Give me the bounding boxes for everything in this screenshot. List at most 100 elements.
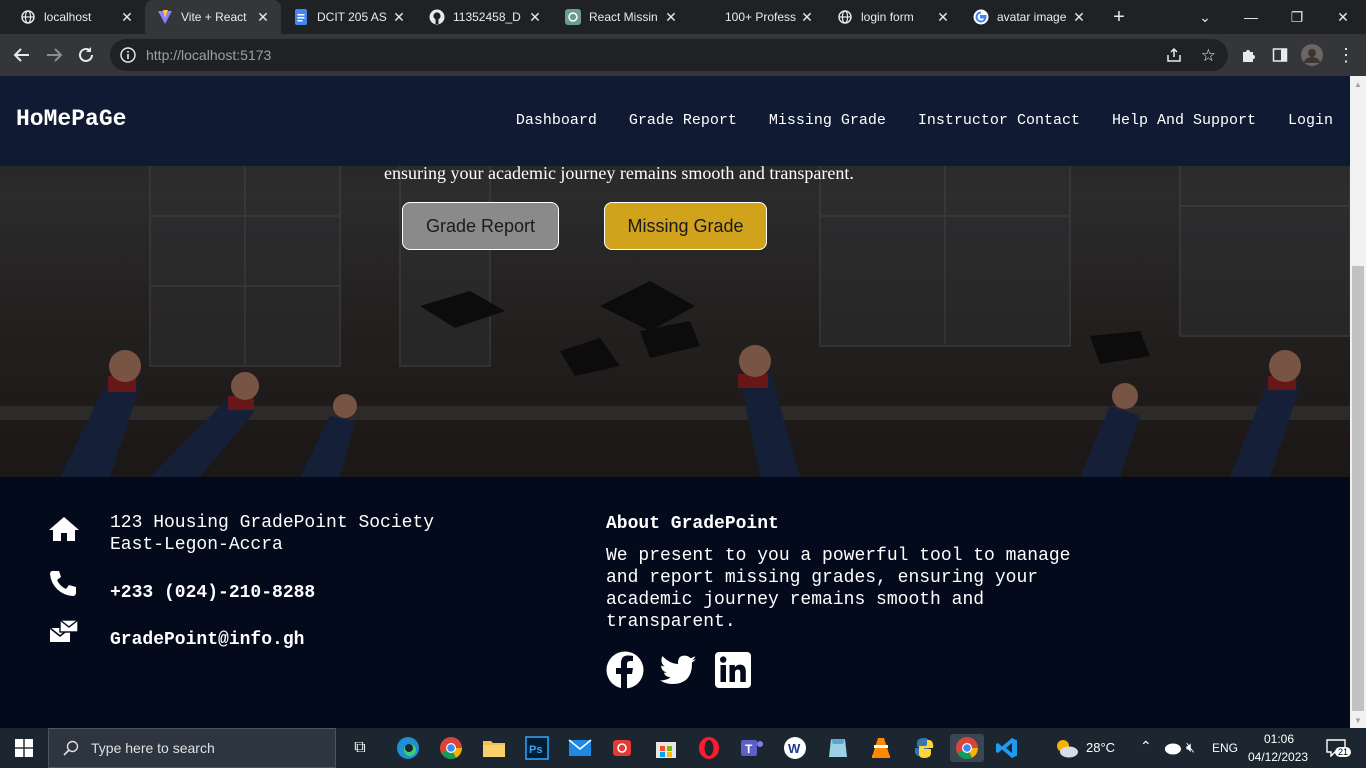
onedrive-cloud-icon[interactable] [1158,734,1186,762]
tab-dcit-205[interactable]: DCIT 205 AS ✕ [281,0,417,34]
vlc-icon[interactable] [867,734,895,762]
linkedin-icon[interactable] [714,651,752,689]
nav-link-instructor-contact[interactable]: Instructor Contact [918,112,1080,129]
blank-icon [701,9,717,25]
browser-menu-icon[interactable]: ⋮ [1332,41,1360,69]
store-icon[interactable] [652,734,680,762]
notifications-icon[interactable]: 21 [1322,734,1352,762]
scroll-up-arrow-icon[interactable]: ▲ [1350,78,1366,90]
address-line-2: East-Legon-Accra [110,535,283,555]
web-page: ensuring your academic journey remains s… [0,76,1350,728]
bookmark-star-icon[interactable]: ☆ [1201,46,1216,66]
twitter-icon[interactable] [659,651,697,689]
phone-icon [49,570,76,596]
media-app-icon[interactable] [609,734,637,762]
chrome-active-icon[interactable] [950,734,984,762]
taskbar-search-box[interactable]: Type here to search [48,728,336,768]
tab-vite-react[interactable]: Vite + React ✕ [145,0,281,34]
tab-title: avatar image [997,10,1067,24]
mail-app-icon[interactable] [566,734,594,762]
share-icon[interactable] [1166,47,1182,68]
tab-localhost[interactable]: localhost ✕ [0,0,145,34]
side-panel-icon[interactable] [1266,41,1294,69]
forward-button[interactable] [40,41,68,69]
google-icon [973,9,989,25]
close-tab-icon[interactable]: ✕ [527,9,543,25]
teams-icon[interactable]: T [738,734,766,762]
tray-overflow-chevron-icon[interactable]: ⌃ [1140,738,1152,755]
minimize-button[interactable]: — [1228,0,1274,34]
restore-button[interactable]: ❐ [1274,0,1320,34]
svg-text:Ps: Ps [529,744,542,756]
weather-temperature[interactable]: 28°C [1086,740,1115,755]
nav-link-dashboard[interactable]: Dashboard [516,112,597,129]
tab-title: 11352458_D [453,10,521,24]
reload-button[interactable] [72,41,100,69]
photoshop-icon[interactable]: Ps [523,734,551,762]
facebook-icon[interactable] [606,651,644,689]
tab-100-professional[interactable]: 100+ Profess ✕ [689,0,825,34]
speaker-muted-icon[interactable]: 🔇︎ [1186,739,1195,756]
github-icon [429,9,445,25]
close-tab-icon[interactable]: ✕ [663,9,679,25]
input-language[interactable]: ENG [1212,741,1238,755]
close-tab-icon[interactable]: ✕ [391,9,407,25]
back-button[interactable] [8,41,36,69]
close-tab-icon[interactable]: ✕ [255,9,271,25]
nav-link-login[interactable]: Login [1288,112,1333,129]
grade-report-button[interactable]: Grade Report [402,202,559,250]
clock-time[interactable]: 01:06 [1264,732,1294,746]
close-tab-icon[interactable]: ✕ [1071,9,1087,25]
nav-link-help-support[interactable]: Help And Support [1112,112,1256,129]
svg-text:W: W [788,741,801,756]
clock-date[interactable]: 04/12/2023 [1248,750,1308,764]
footer-phone[interactable]: +233 (024)-210-8288 [110,582,315,604]
about-text: We present to you a powerful tool to man… [606,546,1071,632]
close-tab-icon[interactable]: ✕ [799,9,815,25]
site-navbar: HoMePaGe Dashboard Grade Report Missing … [0,76,1350,166]
close-window-button[interactable]: ✕ [1320,0,1366,34]
close-tab-icon[interactable]: ✕ [935,9,951,25]
browser-tab-strip: localhost ✕ Vite + React ✕ DCIT 205 AS ✕… [0,0,1366,34]
notification-count-badge: 21 [1335,747,1352,757]
opera-icon[interactable] [695,734,723,762]
info-icon[interactable] [120,47,136,63]
nav-link-missing-grade[interactable]: Missing Grade [769,112,886,129]
page-scrollbar[interactable]: ▲ ▼ [1350,76,1366,728]
vscode-icon[interactable] [993,734,1021,762]
site-footer: 123 Housing GradePoint Society East-Lego… [0,477,1350,728]
profile-avatar[interactable] [1298,41,1326,69]
windows-start-icon[interactable] [10,734,38,762]
address-line-1: 123 Housing GradePoint Society [110,513,435,533]
scroll-down-arrow-icon[interactable]: ▼ [1350,714,1366,726]
site-brand[interactable]: HoMePaGe [16,106,126,132]
footer-email[interactable]: GradePoint@info.gh [110,629,304,651]
file-explorer-icon[interactable] [480,734,508,762]
edge-icon[interactable] [394,734,422,762]
tab-github[interactable]: 11352458_D ✕ [417,0,553,34]
notes-app-icon[interactable] [824,734,852,762]
home-icon [49,517,79,541]
tab-react-missing[interactable]: React Missin ✕ [553,0,689,34]
tab-login-form[interactable]: login form ✕ [825,0,961,34]
tab-title: localhost [44,10,92,24]
tab-avatar-image[interactable]: avatar image ✕ [961,0,1097,34]
python-icon[interactable] [910,734,938,762]
tab-search-icon[interactable]: ⌄ [1182,0,1228,34]
missing-grade-button[interactable]: Missing Grade [604,202,767,250]
hero-tagline: ensuring your academic journey remains s… [384,163,854,183]
scrollbar-thumb[interactable] [1352,266,1364,711]
search-placeholder: Type here to search [91,740,215,756]
globe-icon [20,9,36,25]
word-app-icon[interactable]: W [781,734,809,762]
new-tab-button[interactable]: + [1107,6,1131,28]
close-tab-icon[interactable]: ✕ [119,9,135,25]
nav-link-grade-report[interactable]: Grade Report [629,112,737,129]
address-bar[interactable]: http://localhost:5173 ☆ [110,39,1228,71]
chrome-icon[interactable] [437,734,465,762]
tab-title: React Missin [589,10,658,24]
extensions-icon[interactable] [1234,41,1262,69]
reload-icon [79,47,93,62]
globe-icon [837,9,853,25]
task-view-icon[interactable]: ⧉ [346,734,374,762]
